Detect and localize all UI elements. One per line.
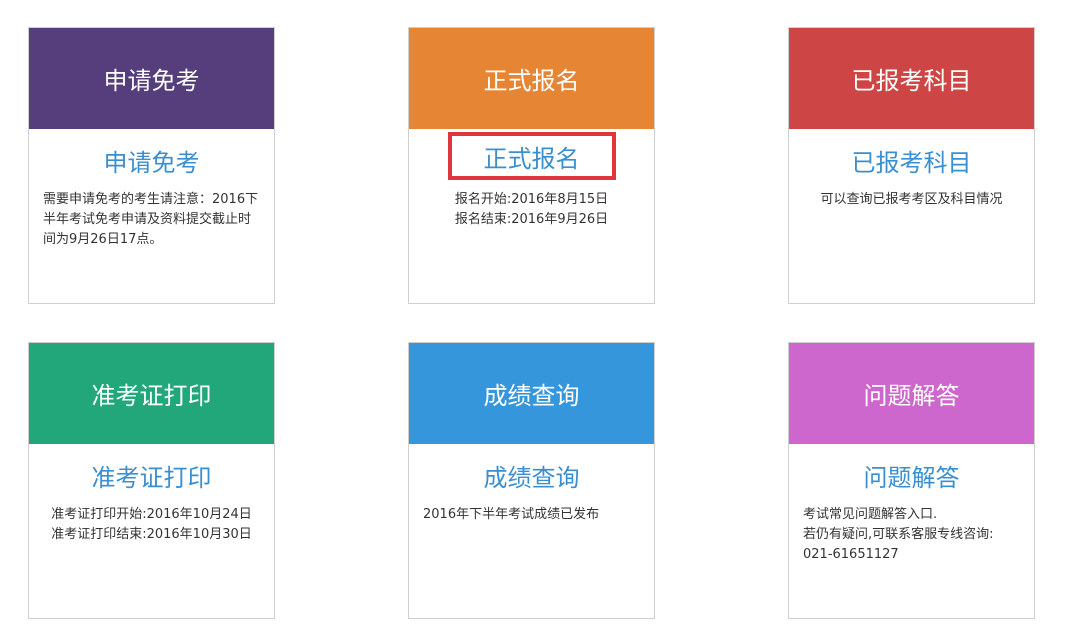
admission-ticket-link[interactable]: 准考证打印 [29,463,274,493]
card-description-admission-ticket: 准考证打印开始:2016年10月24日 准考证打印结束:2016年10月30日 [29,505,274,545]
card-registered-subjects: 已报考科目 已报考科目 可以查询已报考考区及科目情况 [788,27,1035,304]
card-description-registered-subjects: 可以查询已报考考区及科目情况 [789,190,1034,210]
card-description-registration: 报名开始:2016年8月15日 报名结束:2016年9月26日 [409,190,654,230]
card-header-registration[interactable]: 正式报名 [409,28,654,129]
card-admission-ticket: 准考证打印 准考证打印 准考证打印开始:2016年10月24日 准考证打印结束:… [28,342,275,619]
description-line: 若仍有疑问,可联系客服专线咨询: [803,527,994,542]
card-header-faq[interactable]: 问题解答 [789,343,1034,444]
card-header-admission-ticket[interactable]: 准考证打印 [29,343,274,444]
card-score-query: 成绩查询 成绩查询 2016年下半年考试成绩已发布 [408,342,655,619]
description-line: 报名结束:2016年9月26日 [454,212,609,227]
card-exemption: 申请免考 申请免考 需要申请免考的考生请注意：2016下半年考试免考申请及资料提… [28,27,275,304]
description-line: 准考证打印开始:2016年10月24日 [51,507,252,522]
card-faq: 问题解答 问题解答 考试常见问题解答入口. 若仍有疑问,可联系客服专线咨询: 0… [788,342,1035,619]
description-line: 报名开始:2016年8月15日 [454,192,609,207]
card-registration: 正式报名 正式报名 报名开始:2016年8月15日 报名结束:2016年9月26… [408,27,655,304]
description-line: 021-61651127 [803,547,899,562]
exemption-link[interactable]: 申请免考 [29,148,274,178]
description-line: 需要申请免考的考生请注意：2016下半年考试免考申请及资料提交截止时间为9月26… [43,192,259,247]
card-header-exemption[interactable]: 申请免考 [29,28,274,129]
description-line: 可以查询已报考考区及科目情况 [820,192,1003,207]
description-line: 2016年下半年考试成绩已发布 [423,507,600,522]
faq-link[interactable]: 问题解答 [789,463,1034,493]
score-query-link[interactable]: 成绩查询 [409,463,654,493]
card-description-exemption: 需要申请免考的考生请注意：2016下半年考试免考申请及资料提交截止时间为9月26… [29,190,274,250]
description-line: 准考证打印结束:2016年10月30日 [51,527,252,542]
card-header-score-query[interactable]: 成绩查询 [409,343,654,444]
registration-link[interactable]: 正式报名 [447,132,616,180]
registered-subjects-link[interactable]: 已报考科目 [789,148,1034,178]
card-description-score-query: 2016年下半年考试成绩已发布 [409,505,654,525]
card-header-registered-subjects[interactable]: 已报考科目 [789,28,1034,129]
card-description-faq: 考试常见问题解答入口. 若仍有疑问,可联系客服专线咨询: 021-6165112… [789,505,1034,565]
description-line: 考试常见问题解答入口. [803,507,938,522]
